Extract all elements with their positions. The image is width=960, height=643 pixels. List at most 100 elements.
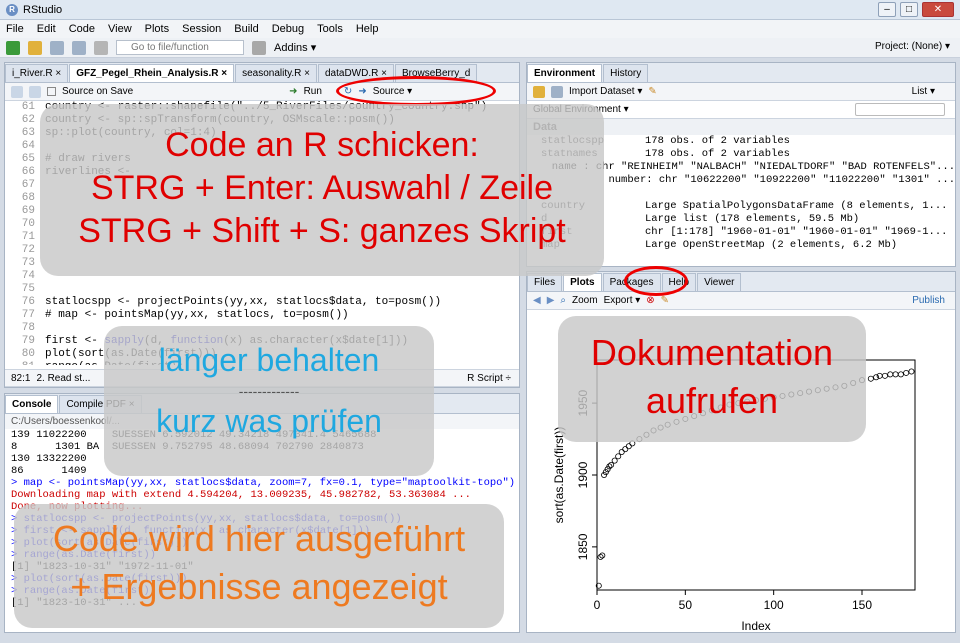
- menu-tools[interactable]: Tools: [317, 23, 343, 35]
- broom-icon[interactable]: ✎: [648, 86, 656, 97]
- import-dataset-menu[interactable]: Import Dataset ▾: [569, 86, 642, 97]
- next-plot-icon[interactable]: ▶: [547, 295, 555, 306]
- environment-toolbar: Import Dataset ▾ ✎ List ▾: [527, 83, 955, 101]
- line-number: 73: [21, 257, 35, 269]
- code-tip-line2: STRG + Shift + S: ganzes Skript: [78, 212, 566, 250]
- variable-value: number: chr "10622200" "10922200" "11022…: [608, 174, 955, 186]
- source-on-save-label: Source on Save: [62, 86, 134, 97]
- x-axis-label: Index: [741, 619, 770, 632]
- list-view-menu[interactable]: List ▾: [912, 86, 935, 97]
- menu-bar: File Edit Code View Plots Session Build …: [0, 20, 960, 38]
- print-icon[interactable]: [94, 40, 108, 55]
- line-number: 68: [21, 192, 35, 204]
- tab-console[interactable]: Console: [5, 395, 59, 413]
- tab-environment[interactable]: Environment: [527, 64, 603, 82]
- source-on-save-checkbox[interactable]: [47, 87, 56, 96]
- variable-value: Large OpenStreetMap (2 elements, 6.2 Mb): [645, 239, 898, 251]
- variable-value: chr [1:178] "1960-01-01" "1960-01-01" "1…: [645, 226, 948, 238]
- close-button[interactable]: ✕: [922, 2, 954, 17]
- y-axis-label: sort(as.Date(first)): [552, 427, 566, 524]
- code-token: # map <- pointsMap(yy,xx, statlocs, to=p…: [45, 309, 349, 321]
- save-icon[interactable]: [50, 40, 64, 55]
- plots-toolbar: ◀ ▶ ⌕ Zoom Export ▾ ⊗ ✎ Publish: [527, 292, 955, 310]
- save-workspace-icon[interactable]: [551, 85, 563, 98]
- run-button[interactable]: Run: [304, 86, 322, 97]
- line-number: 77: [21, 309, 35, 321]
- prev-plot-icon[interactable]: ◀: [533, 295, 541, 306]
- tab-viewer[interactable]: Viewer: [697, 273, 742, 291]
- line-number: 74: [21, 270, 35, 282]
- code-line[interactable]: statlocspp <- projectPoints(yy,xx, statl…: [45, 296, 519, 309]
- menu-view[interactable]: View: [108, 23, 132, 35]
- line-number: 64: [21, 140, 35, 152]
- title-bar: R RStudio: [0, 0, 960, 20]
- menu-session[interactable]: Session: [182, 23, 221, 35]
- remove-plot-icon[interactable]: ⊗: [646, 295, 654, 306]
- clear-plots-icon[interactable]: ✎: [661, 295, 669, 306]
- grid-layout-icon[interactable]: [252, 40, 266, 55]
- data-point: [887, 371, 894, 378]
- back-arrow-icon[interactable]: [11, 85, 23, 98]
- tab-river[interactable]: i_River.R ×: [5, 64, 69, 82]
- line-number: 81: [5, 361, 35, 365]
- y-tick-label: 1850: [576, 533, 590, 560]
- addins-menu[interactable]: Addins ▾: [274, 41, 316, 54]
- x-tick-label: 50: [679, 598, 693, 612]
- data-point: [892, 371, 899, 378]
- data-point: [903, 369, 910, 376]
- open-file-icon[interactable]: [28, 40, 42, 55]
- save-source-icon[interactable]: [29, 85, 41, 98]
- window-controls: – □ ✕: [878, 2, 954, 17]
- menu-edit[interactable]: Edit: [37, 23, 56, 35]
- maximize-button[interactable]: □: [900, 2, 918, 17]
- console-tip-line2: + Ergebnisse angezeigt: [70, 566, 448, 607]
- zoom-button[interactable]: Zoom: [572, 295, 598, 306]
- environment-search-input[interactable]: [855, 103, 945, 116]
- line-number: 75: [21, 283, 35, 295]
- run-arrow-icon: ➜: [289, 86, 298, 97]
- menu-help[interactable]: Help: [356, 23, 379, 35]
- line-number: 78: [21, 322, 35, 334]
- menu-build[interactable]: Build: [234, 23, 258, 35]
- tab-history[interactable]: History: [603, 64, 649, 82]
- load-workspace-icon[interactable]: [533, 85, 545, 98]
- menu-plots[interactable]: Plots: [145, 23, 169, 35]
- line-number: 80: [21, 348, 35, 360]
- new-file-icon[interactable]: [6, 40, 20, 55]
- data-point: [867, 375, 874, 382]
- x-tick-label: 150: [852, 598, 872, 612]
- data-point: [908, 368, 915, 375]
- line-numbers: 61 62 63 64 65 66 67 68 69 70 71 72 73 74 75 76 77 78 79 80…: [5, 101, 39, 365]
- x-tick-label: 0: [594, 598, 601, 612]
- file-type-indicator[interactable]: R Script ÷: [467, 373, 511, 384]
- data-point: [618, 448, 625, 455]
- section-indicator[interactable]: 2. Read st...: [36, 373, 90, 384]
- minimize-button[interactable]: –: [878, 2, 896, 17]
- data-point: [881, 372, 888, 379]
- project-menu[interactable]: Project: (None) ▾: [875, 41, 950, 52]
- tab-seasonality[interactable]: seasonality.R ×: [235, 64, 317, 82]
- code-tip-title: Code an R schicken:: [165, 126, 479, 164]
- rstudio-logo-icon: R: [6, 3, 18, 16]
- tab-gfz-pegel[interactable]: GFZ_Pegel_Rhein_Analysis.R ×: [69, 64, 235, 82]
- variable-value: 178 obs. of 2 variables: [645, 135, 790, 147]
- code-line[interactable]: ​: [45, 283, 519, 296]
- menu-debug[interactable]: Debug: [272, 23, 304, 35]
- menu-file[interactable]: File: [6, 23, 24, 35]
- code-line[interactable]: # map <- pointsMap(yy,xx, statlocs, to=p…: [45, 309, 519, 322]
- console-tip-overlay: Code wird hier ausgeführt + Ergebnisse a…: [14, 504, 504, 628]
- publish-button[interactable]: Publish: [912, 295, 945, 306]
- console-line: > map <- pointsMap(yy,xx, statlocs$data,…: [11, 477, 516, 489]
- keep-tip-separator: -------------: [238, 383, 300, 399]
- console-tip-line1: Code wird hier ausgeführt: [52, 518, 466, 559]
- code-token: statlocspp <- projectPoints(yy,xx, statl…: [45, 296, 442, 308]
- console-line: Downloading map with extend 4.594204, 13…: [11, 489, 471, 501]
- code-token: first <-: [45, 335, 105, 347]
- export-menu[interactable]: Export ▾: [604, 295, 641, 306]
- save-all-icon[interactable]: [72, 40, 86, 55]
- keep-tip-overlay: länger behalten ------------- kurz was p…: [104, 326, 434, 476]
- menu-code[interactable]: Code: [69, 23, 95, 35]
- code-tip-line1: STRG + Enter: Auswahl / Zeile: [90, 169, 554, 207]
- line-number: 72: [21, 244, 35, 256]
- goto-file-input[interactable]: Go to file/function: [116, 40, 244, 55]
